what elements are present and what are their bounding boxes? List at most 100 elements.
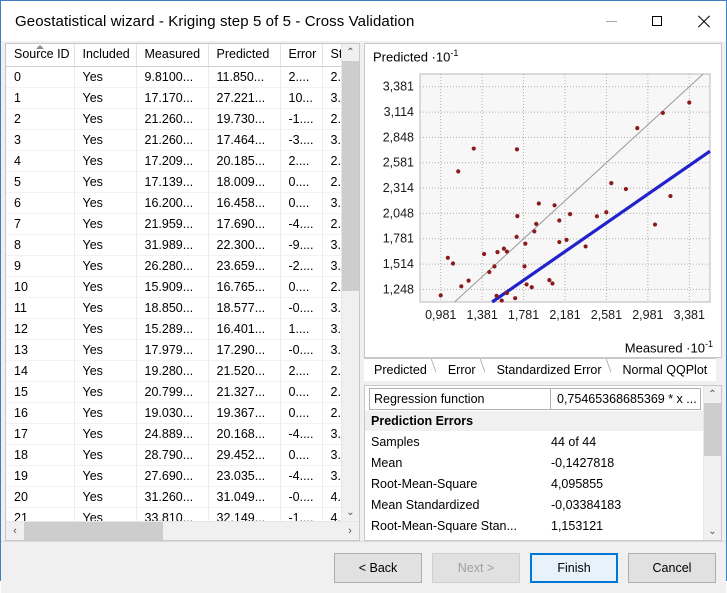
chart-data-point — [524, 282, 529, 287]
statistic-value: 4,095855 — [551, 476, 604, 491]
table-scroll-area[interactable]: Source ID Included Measured Predicted Er… — [6, 44, 341, 521]
cell-source-id: 4 — [6, 150, 75, 172]
regression-function-row[interactable]: Regression function 0,75465368685369 * x… — [369, 388, 701, 410]
tab-normal-qqplot[interactable]: Normal QQPlot — [610, 358, 717, 381]
table-row[interactable]: 1Yes17.170...27.221...10...3.85 — [6, 87, 341, 109]
table-row[interactable]: 5Yes17.139...18.009...0....2.76 — [6, 171, 341, 193]
chart-data-point — [515, 214, 520, 219]
cell-included: Yes — [74, 444, 137, 466]
table-row[interactable]: 7Yes21.959...17.690...-4....2.93 — [6, 213, 341, 235]
minimize-button[interactable] — [588, 1, 634, 41]
table-row[interactable]: 14Yes19.280...21.520...2....2.9 — [6, 360, 341, 382]
statistic-value: 1,153121 — [551, 518, 604, 533]
cell-error: 0.... — [280, 381, 323, 403]
horizontal-scroll-thumb[interactable] — [24, 522, 164, 540]
cell-standard-error: 3.85 — [322, 234, 341, 256]
scroll-down-arrow-icon[interactable]: ⌄ — [342, 504, 359, 521]
prediction-error-rows: Samples 44 of 44 Mean -0,1427818 Root-Mean-S… — [365, 431, 703, 536]
table-row[interactable]: 20Yes31.260...31.049...-0....4.17 — [6, 486, 341, 508]
table-row[interactable]: 10Yes15.909...16.765...0....2.83 — [6, 276, 341, 298]
scroll-left-arrow-icon[interactable]: ‹ — [6, 522, 24, 540]
maximize-button[interactable] — [634, 1, 680, 41]
chart-data-point — [583, 244, 588, 249]
chart-data-point — [536, 201, 541, 206]
table-horizontal-scrollbar[interactable]: ‹ › — [6, 521, 359, 540]
chart-y-tick-label: 2,581 — [383, 156, 414, 170]
column-header-standard-error[interactable]: Sta — [322, 44, 341, 67]
table-row[interactable]: 8Yes31.989...22.300...-9....3.85 — [6, 234, 341, 256]
cell-standard-error: 2.83 — [322, 276, 341, 298]
tab-error[interactable]: Error — [435, 358, 485, 381]
table-row[interactable]: 3Yes21.260...17.464...-3....3.38 — [6, 129, 341, 151]
table-row[interactable]: 9Yes26.280...23.659...-2....3.06 — [6, 255, 341, 277]
cell-source-id: 12 — [6, 318, 75, 340]
cell-measured: 17.170... — [136, 87, 209, 109]
table-row[interactable]: 15Yes20.799...21.327...0....2.83 — [6, 381, 341, 403]
table-row[interactable]: 6Yes16.200...16.458...0....3.02 — [6, 192, 341, 214]
table-vertical-scrollbar[interactable]: ⌃ ⌄ — [341, 44, 359, 521]
predicted-vs-measured-chart[interactable]: Predicted ·10-1 0,981 1,381 1,781 2,181 2,58… — [364, 43, 722, 358]
stats-vertical-scroll-track[interactable] — [704, 403, 721, 523]
chart-y-tick-label: 3,381 — [383, 80, 414, 94]
finish-button[interactable]: Finish — [530, 552, 618, 583]
table-row[interactable]: 13Yes17.979...17.290...-0....3.42 — [6, 339, 341, 361]
cell-measured: 31.260... — [136, 486, 209, 508]
cell-standard-error: 3.06 — [322, 255, 341, 277]
stats-vertical-scroll-thumb[interactable] — [704, 403, 721, 456]
cell-included: Yes — [74, 486, 137, 508]
title-bar[interactable]: Geostatistical wizard - Kriging step 5 o… — [1, 1, 726, 41]
table-row[interactable]: 11Yes18.850...18.577...-0....3.06 — [6, 297, 341, 319]
chart-data-point — [623, 186, 628, 192]
table-row[interactable]: 12Yes15.289...16.401...1....3.02 — [6, 318, 341, 340]
table-row[interactable]: 19Yes27.690...23.035...-4....3.22 — [6, 465, 341, 487]
table-row[interactable]: 0Yes9.8100...11.850...2....2.94 — [6, 66, 341, 88]
scroll-up-arrow-icon[interactable]: ⌃ — [342, 44, 359, 61]
statistic-row[interactable]: Mean Standardized -0,03384183 — [365, 494, 703, 515]
stats-scroll-down-arrow-icon[interactable]: ⌄ — [704, 523, 721, 540]
next-button[interactable]: Next > — [432, 552, 520, 583]
statistic-row[interactable]: Mean -0,1427818 — [365, 452, 703, 473]
cell-source-id: 6 — [6, 192, 75, 214]
column-header-error[interactable]: Error — [280, 44, 323, 67]
wizard-footer: < Back Next > Finish Cancel — [1, 541, 726, 593]
table-row[interactable]: 17Yes24.889...20.168...-4....3.14 — [6, 423, 341, 445]
chart-data-point — [652, 222, 658, 227]
vertical-scroll-thumb[interactable] — [342, 61, 359, 292]
cell-error: 0.... — [280, 276, 323, 298]
horizontal-scroll-track[interactable] — [24, 522, 341, 540]
cell-included: Yes — [74, 129, 137, 151]
tab-standardized-error[interactable]: Standardized Error — [484, 358, 611, 381]
back-button[interactable]: < Back — [334, 552, 422, 583]
statistic-row[interactable]: Root-Mean-Square Stan... 1,153121 — [365, 515, 703, 536]
column-header-measured[interactable]: Measured — [136, 44, 209, 67]
table-row[interactable]: 2Yes21.260...19.730...-1....2.99 — [6, 108, 341, 130]
chart-y-tick-label: 2,848 — [383, 130, 414, 144]
table-row[interactable]: 4Yes17.209...20.185...2....2.86 — [6, 150, 341, 172]
chart-data-point — [550, 281, 555, 286]
cell-included: Yes — [74, 87, 137, 109]
stats-scroll-up-arrow-icon[interactable]: ⌃ — [704, 386, 721, 403]
statistic-row[interactable]: Samples 44 of 44 — [365, 431, 703, 452]
chart-data-point — [466, 278, 471, 283]
close-button[interactable] — [680, 1, 726, 41]
column-header-included[interactable]: Included — [74, 44, 137, 67]
chart-data-point — [547, 278, 552, 283]
column-header-predicted[interactable]: Predicted — [208, 44, 281, 67]
vertical-scroll-track[interactable] — [342, 61, 359, 504]
table-row[interactable]: 18Yes28.790...29.452...0....3.46 — [6, 444, 341, 466]
table-row[interactable]: 16Yes19.030...19.367...0....2.83 — [6, 402, 341, 424]
cell-included: Yes — [74, 402, 137, 424]
column-header-source-id[interactable]: Source ID — [6, 44, 75, 67]
tab-predicted[interactable]: Predicted — [364, 358, 436, 381]
cell-error: -0.... — [280, 297, 323, 319]
cell-error: -9.... — [280, 234, 323, 256]
table-row[interactable]: 21Yes33.810...32.149...-1....4.55 — [6, 507, 341, 521]
geostatistical-wizard-window: Geostatistical wizard - Kriging step 5 o… — [0, 0, 727, 593]
scroll-right-arrow-icon[interactable]: › — [341, 522, 359, 540]
statistic-row[interactable]: Root-Mean-Square 4,095855 — [365, 473, 703, 494]
statistics-vertical-scrollbar[interactable]: ⌃ ⌄ — [703, 386, 721, 540]
cancel-button[interactable]: Cancel — [628, 552, 716, 583]
chart-pane: Predicted ·10-1 0,981 1,381 1,781 2,181 2,58… — [364, 43, 722, 541]
chart-data-point — [495, 250, 500, 255]
statistic-label: Root-Mean-Square Stan... — [371, 518, 517, 533]
